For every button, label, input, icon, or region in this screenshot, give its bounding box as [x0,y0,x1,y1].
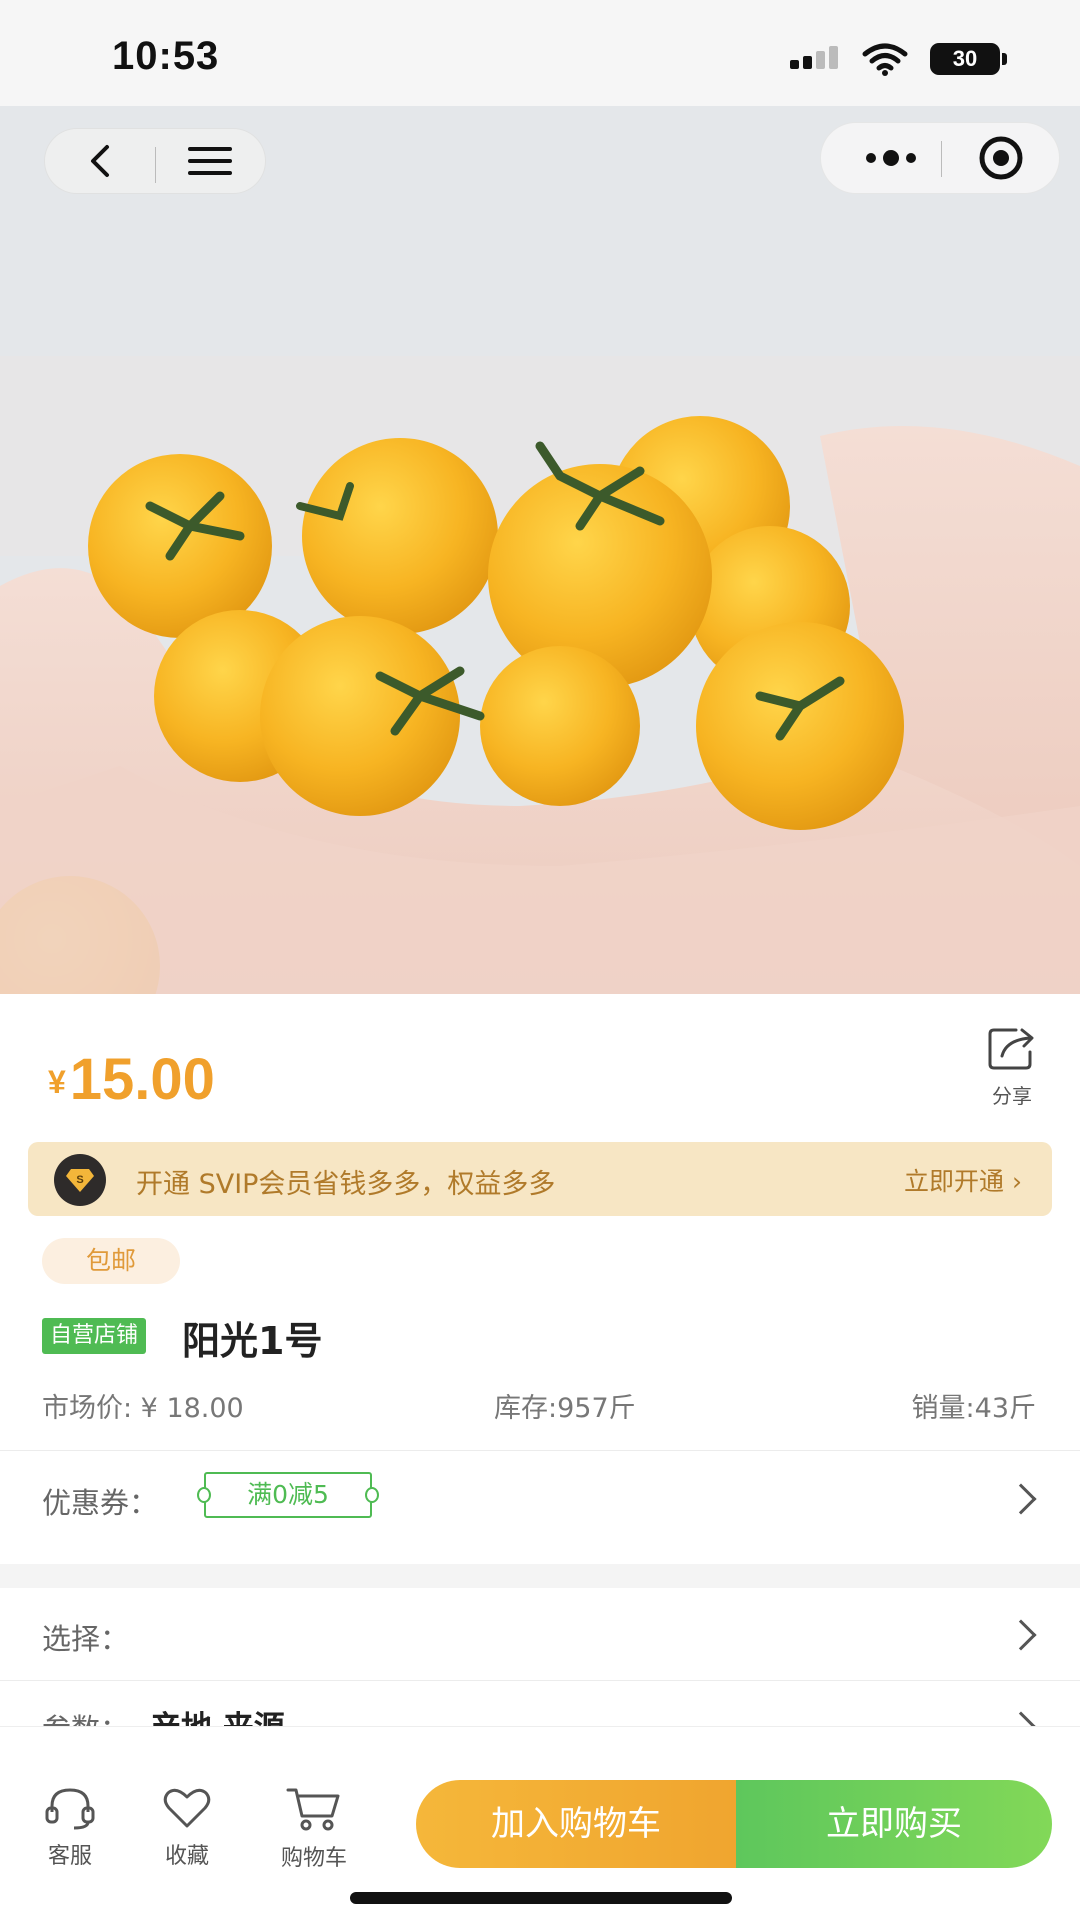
diamond-icon: S [54,1154,106,1206]
close-miniprogram-button[interactable] [951,123,1051,193]
divider [0,1450,1080,1451]
favorite-button[interactable]: 收藏 [137,1786,237,1870]
shopping-cart-icon [286,1788,340,1831]
select-label: 选择： [42,1622,130,1656]
home-indicator[interactable] [350,1892,732,1904]
more-button[interactable] [841,123,941,193]
svip-promo-text: 开通 SVIP会员省钱多多，权益多多 [136,1169,556,1200]
product-title: 阳光1号 [182,1319,323,1363]
capsule-divider [155,147,156,183]
status-bar: 10:53 30 [0,0,1080,106]
nav-capsule [44,128,266,194]
ticket-notch [197,1487,211,1503]
share-button[interactable]: 分享 [980,1026,1044,1109]
price-amount: 15.00 [69,1047,215,1112]
status-time: 10:53 [112,34,220,78]
service-label: 客服 [47,1844,92,1869]
back-arrow-icon [91,145,109,177]
chevron-right-icon [1005,1619,1037,1651]
svg-text:S: S [76,1174,83,1186]
product-image [0,106,1080,994]
menu-button[interactable] [175,129,245,193]
product-price: ¥15.00 [48,1046,215,1113]
heart-icon [163,1788,211,1828]
cart-button[interactable]: 购物车 [264,1786,364,1872]
section-gap [0,1564,1080,1588]
svip-open-link[interactable]: 立即开通 › [904,1162,1022,1198]
chevron-right-icon [1005,1483,1037,1515]
share-label: 分享 [992,1084,1032,1108]
target-circle-icon [979,136,1023,180]
share-icon [988,1028,1034,1070]
back-button[interactable] [65,129,135,193]
customer-service-button[interactable]: 客服 [20,1786,120,1870]
favorite-label: 收藏 [164,1844,209,1869]
buy-now-button[interactable]: 立即购买 [736,1780,1052,1868]
hamburger-menu-icon [188,147,232,175]
battery-tip [1002,53,1007,65]
currency-symbol: ¥ [48,1064,66,1100]
coupon-value: 满0减5 [247,1480,329,1509]
self-store-badge: 自营店铺 [42,1318,147,1354]
stock-info: 库存:957斤 [494,1393,636,1424]
miniprogram-capsule [820,122,1060,194]
product-image-carousel[interactable] [0,106,1080,994]
cart-label: 购物车 [280,1846,347,1871]
coupon-label: 优惠券： [42,1486,159,1520]
market-price: 市场价: ¥ 18.00 [42,1393,244,1424]
coupon-ticket[interactable]: 满0减5 [197,1472,379,1518]
sales-info: 销量:43斤 [911,1393,1036,1424]
cellular-signal-icon [790,46,838,69]
more-dots-icon [866,150,916,166]
capsule-divider [941,141,942,177]
divider [0,1680,1080,1681]
ticket-notch [365,1487,379,1503]
svip-banner[interactable]: S 开通 SVIP会员省钱多多，权益多多 立即开通 › [28,1142,1052,1216]
wifi-icon [862,43,908,76]
battery-indicator: 30 [930,43,1008,75]
add-to-cart-button[interactable]: 加入购物车 [416,1780,736,1868]
headset-icon [45,1788,95,1830]
free-shipping-tag: 包邮 [42,1238,180,1284]
battery-level: 30 [930,43,1000,75]
